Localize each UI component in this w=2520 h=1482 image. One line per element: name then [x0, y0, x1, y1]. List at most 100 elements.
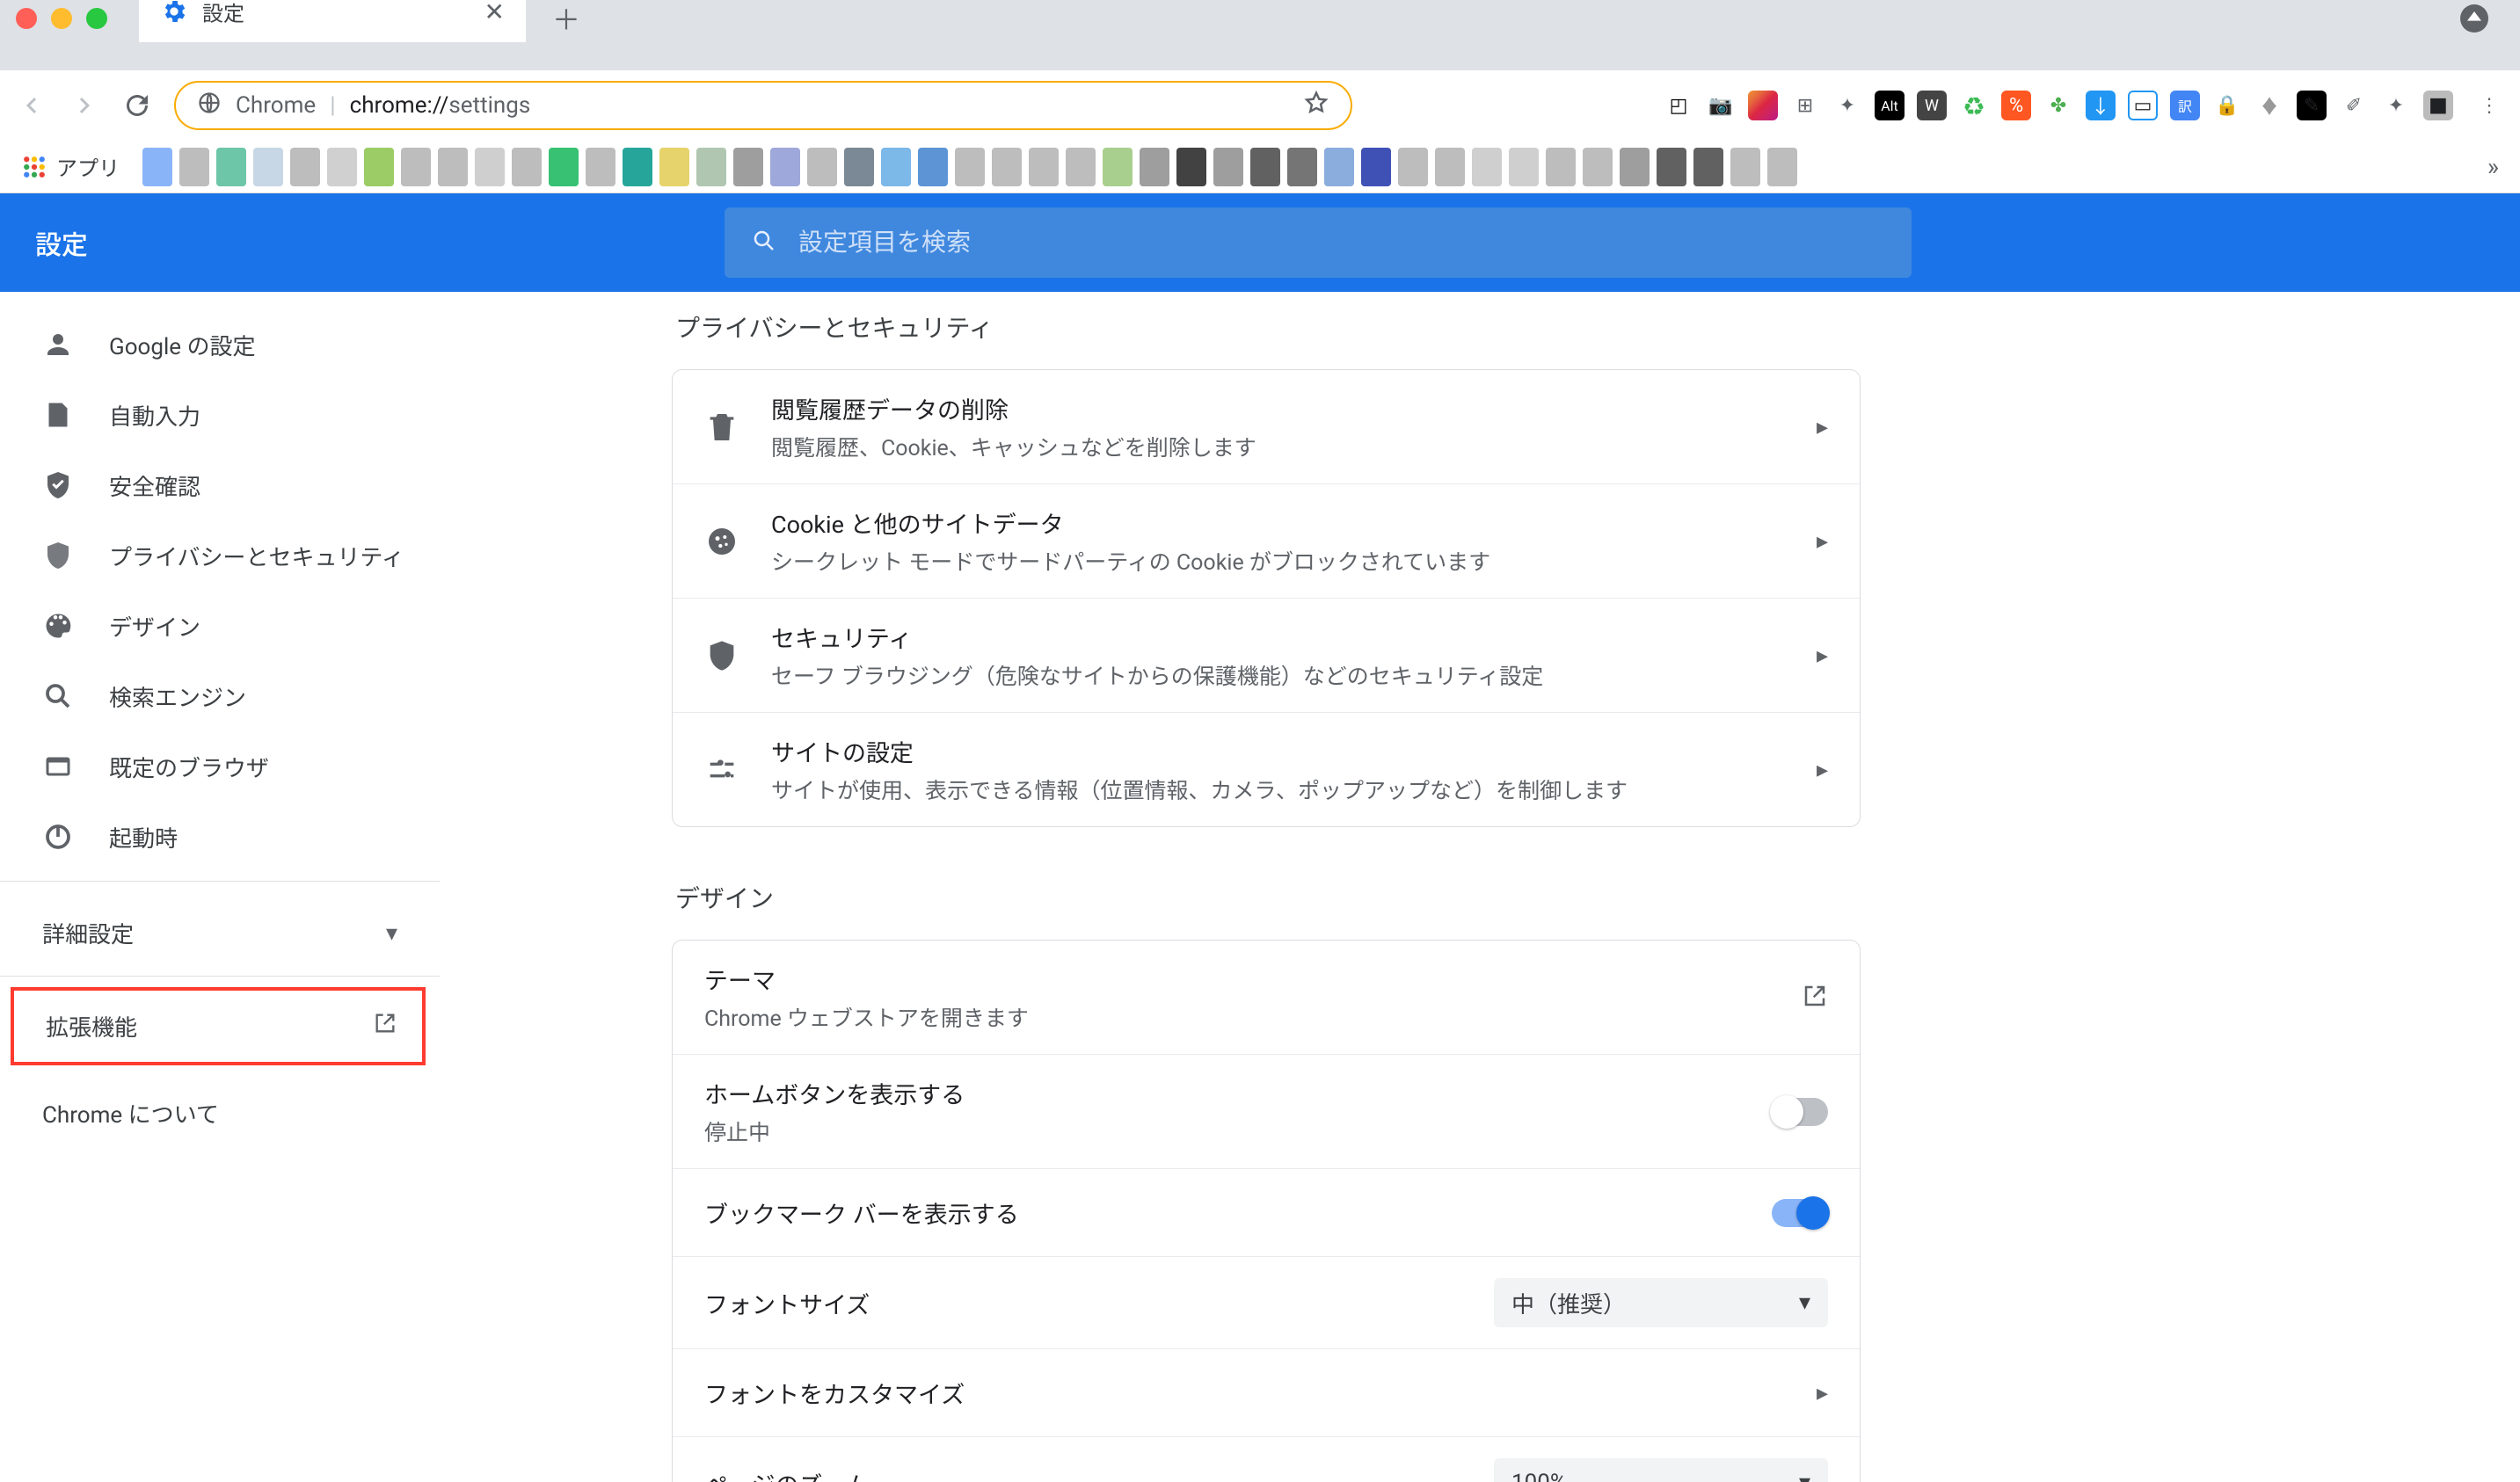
bookmark-item[interactable] — [1176, 148, 1206, 186]
sidebar-item-extensions[interactable]: 拡張機能 — [11, 987, 426, 1065]
bookmark-item[interactable] — [918, 148, 948, 186]
bookmark-item[interactable] — [253, 148, 283, 186]
bookmark-item[interactable] — [475, 148, 505, 186]
bookmark-item[interactable] — [1583, 148, 1613, 186]
bookmark-item[interactable] — [1767, 148, 1797, 186]
sidebar-item-safety[interactable]: 安全確認 — [0, 450, 440, 520]
extension-icon[interactable]: 訳 — [2170, 91, 2200, 120]
bookmark-item[interactable] — [586, 148, 615, 186]
sidebar-item-search[interactable]: 検索エンジン — [0, 661, 440, 731]
extension-icon[interactable] — [1748, 91, 1778, 120]
bookmark-item[interactable] — [1287, 148, 1317, 186]
extension-icon[interactable]: ✤ — [2043, 91, 2073, 120]
bookmark-item[interactable] — [1730, 148, 1760, 186]
extension-icon[interactable]: W — [1917, 91, 1947, 120]
sidebar-item-google[interactable]: Google の設定 — [0, 309, 440, 380]
bookmark-item[interactable] — [1029, 148, 1059, 186]
bookmark-item[interactable] — [142, 148, 172, 186]
bookmark-item[interactable] — [881, 148, 911, 186]
sidebar-item-onstartup[interactable]: 起動時 — [0, 802, 440, 872]
home-button-toggle[interactable] — [1772, 1098, 1828, 1126]
sidebar-item-default-browser[interactable]: 既定のブラウザ — [0, 731, 440, 802]
row-customize-fonts[interactable]: フォントをカスタマイズ ▸ — [673, 1348, 1860, 1436]
window-close-button[interactable] — [16, 8, 37, 29]
extension-icon[interactable]: ♻ — [1959, 91, 1989, 120]
bookmark-item[interactable] — [1324, 148, 1354, 186]
row-cookies[interactable]: Cookie と他のサイトデータ シークレット モードでサードパーティの Coo… — [673, 483, 1860, 598]
bookmark-overflow-button[interactable]: » — [2487, 152, 2499, 181]
bookmark-item[interactable] — [992, 148, 1022, 186]
bookmark-item[interactable] — [549, 148, 579, 186]
sidebar-item-autofill[interactable]: 自動入力 — [0, 380, 440, 450]
bookmark-star-icon[interactable] — [1303, 90, 1329, 122]
row-clear-browsing-data[interactable]: 閲覧履歴データの削除 閲覧履歴、Cookie、キャッシュなどを削除します ▸ — [673, 370, 1860, 483]
extension-icon[interactable]: ✦ — [1832, 91, 1862, 120]
font-size-select[interactable]: 中（推奨） ▾ — [1494, 1278, 1828, 1327]
row-site-settings[interactable]: サイトの設定 サイトが使用、表示できる情報（位置情報、カメラ、ポップアップなど）… — [673, 712, 1860, 826]
bookmark-item[interactable] — [623, 148, 652, 186]
bookmark-item[interactable] — [807, 148, 837, 186]
profile-avatar[interactable]: ■ — [2423, 91, 2453, 120]
reload-button[interactable] — [121, 90, 153, 121]
extensions-menu-icon[interactable]: ✦ — [2381, 91, 2411, 120]
bookmark-item[interactable] — [1103, 148, 1133, 186]
bookmark-item[interactable] — [401, 148, 431, 186]
back-button[interactable] — [16, 90, 47, 121]
bookmark-item[interactable] — [1435, 148, 1465, 186]
sidebar-advanced-toggle[interactable]: 詳細設定 ▾ — [0, 890, 440, 967]
extension-icon[interactable]: 📷 — [1706, 91, 1736, 120]
sidebar-item-appearance[interactable]: デザイン — [0, 591, 440, 661]
bookmark-item[interactable] — [1250, 148, 1280, 186]
forward-button[interactable] — [69, 90, 100, 121]
browser-tab[interactable]: 設定 ✕ — [139, 0, 526, 42]
new-tab-button[interactable]: ＋ — [552, 0, 580, 39]
extension-icon[interactable]: ♦ — [2254, 91, 2284, 120]
bookmark-item[interactable] — [955, 148, 985, 186]
bookmark-item[interactable] — [1472, 148, 1502, 186]
bookmark-item[interactable] — [327, 148, 357, 186]
bookmark-item[interactable] — [179, 148, 209, 186]
bookmark-item[interactable] — [844, 148, 874, 186]
bookmark-item[interactable] — [1546, 148, 1576, 186]
bookmark-item[interactable] — [1693, 148, 1723, 186]
row-security[interactable]: セキュリティ セーフ ブラウジング（危険なサイトからの保護機能）などのセキュリテ… — [673, 598, 1860, 712]
bookmark-item[interactable] — [438, 148, 468, 186]
bookmarks-bar-toggle[interactable] — [1772, 1199, 1828, 1227]
bookmark-item[interactable] — [1140, 148, 1169, 186]
window-zoom-button[interactable] — [86, 8, 107, 29]
bookmark-item[interactable] — [659, 148, 689, 186]
bookmark-item[interactable] — [1066, 148, 1096, 186]
bookmark-item[interactable] — [1213, 148, 1243, 186]
search-input[interactable] — [798, 229, 1885, 257]
extension-icon[interactable]: ⊞ — [1790, 91, 1820, 120]
bookmark-item[interactable] — [1509, 148, 1539, 186]
bookmark-item[interactable] — [290, 148, 320, 186]
extension-icon[interactable]: ✐ — [2339, 91, 2369, 120]
window-minimize-button[interactable] — [51, 8, 72, 29]
extension-icon[interactable]: ↓ — [2086, 91, 2116, 120]
sidebar-item-privacy[interactable]: プライバシーとセキュリティ — [0, 520, 440, 591]
bookmark-item[interactable] — [1620, 148, 1650, 186]
bookmark-item[interactable] — [733, 148, 763, 186]
site-info-icon[interactable] — [197, 91, 222, 121]
incognito-icon[interactable] — [2460, 4, 2488, 33]
extension-icon[interactable]: ◰ — [1664, 91, 1693, 120]
bookmark-item[interactable] — [512, 148, 542, 186]
bookmark-item[interactable] — [1657, 148, 1686, 186]
address-bar[interactable]: Chrome | chrome://settings — [174, 81, 1352, 130]
row-theme[interactable]: テーマ Chrome ウェブストアを開きます — [673, 941, 1860, 1054]
extension-icon[interactable]: % — [2001, 91, 2031, 120]
extension-icon[interactable]: ✎ — [2297, 91, 2327, 120]
extension-icon[interactable]: ▭ — [2128, 91, 2158, 120]
bookmark-item[interactable] — [364, 148, 394, 186]
close-tab-button[interactable]: ✕ — [484, 0, 505, 26]
extension-icon[interactable]: Alt — [1875, 91, 1905, 120]
apps-button[interactable]: アプリ — [21, 151, 120, 182]
bookmark-item[interactable] — [216, 148, 246, 186]
bookmark-item[interactable] — [1398, 148, 1428, 186]
settings-search[interactable] — [725, 207, 1912, 278]
sidebar-item-about[interactable]: Chrome について — [0, 1076, 440, 1151]
bookmark-item[interactable] — [1361, 148, 1391, 186]
extension-icon[interactable]: 🔒 — [2212, 91, 2242, 120]
bookmark-item[interactable] — [770, 148, 800, 186]
